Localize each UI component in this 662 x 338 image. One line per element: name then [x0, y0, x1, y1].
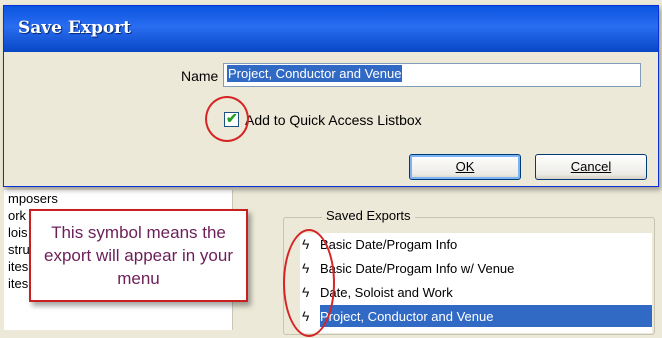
saved-export-item-selected[interactable]: ϟ Project, Conductor and Venue [300, 305, 652, 327]
name-input[interactable]: Project, Conductor and Venue [223, 63, 641, 87]
saved-export-label: Basic Date/Progam Info [320, 237, 458, 252]
list-item[interactable]: mposers [4, 190, 232, 207]
name-input-value: Project, Conductor and Venue [227, 65, 403, 82]
save-export-dialog: Save Export Name Project, Conductor and … [3, 5, 659, 187]
annotation-callout: This symbol means the export will appear… [29, 209, 248, 302]
dialog-titlebar[interactable]: Save Export [4, 6, 658, 52]
dialog-title: Save Export [18, 18, 132, 38]
saved-export-item[interactable]: ϟ Basic Date/Progam Info [300, 233, 652, 255]
name-label: Name [181, 68, 219, 84]
saved-export-item[interactable]: ϟ Basic Date/Progam Info w/ Venue [300, 257, 652, 279]
saved-exports-label: Saved Exports [322, 208, 415, 223]
saved-export-label: Basic Date/Progam Info w/ Venue [320, 261, 515, 276]
saved-export-label: Project, Conductor and Venue [320, 309, 494, 324]
cancel-button[interactable]: Cancel [535, 154, 647, 180]
ok-button[interactable]: OK [409, 154, 521, 180]
quick-access-checkbox-label[interactable]: Add to Quick Access Listbox [245, 112, 422, 128]
saved-exports-list[interactable]: ϟ Basic Date/Progam Info ϟ Basic Date/Prog… [300, 233, 652, 333]
saved-export-label: Date, Soloist and Work [320, 285, 453, 300]
checkbox-highlight-circle [205, 96, 249, 142]
bolt-icons-highlight-circle [283, 229, 335, 337]
saved-export-item[interactable]: ϟ Date, Soloist and Work [300, 281, 652, 303]
